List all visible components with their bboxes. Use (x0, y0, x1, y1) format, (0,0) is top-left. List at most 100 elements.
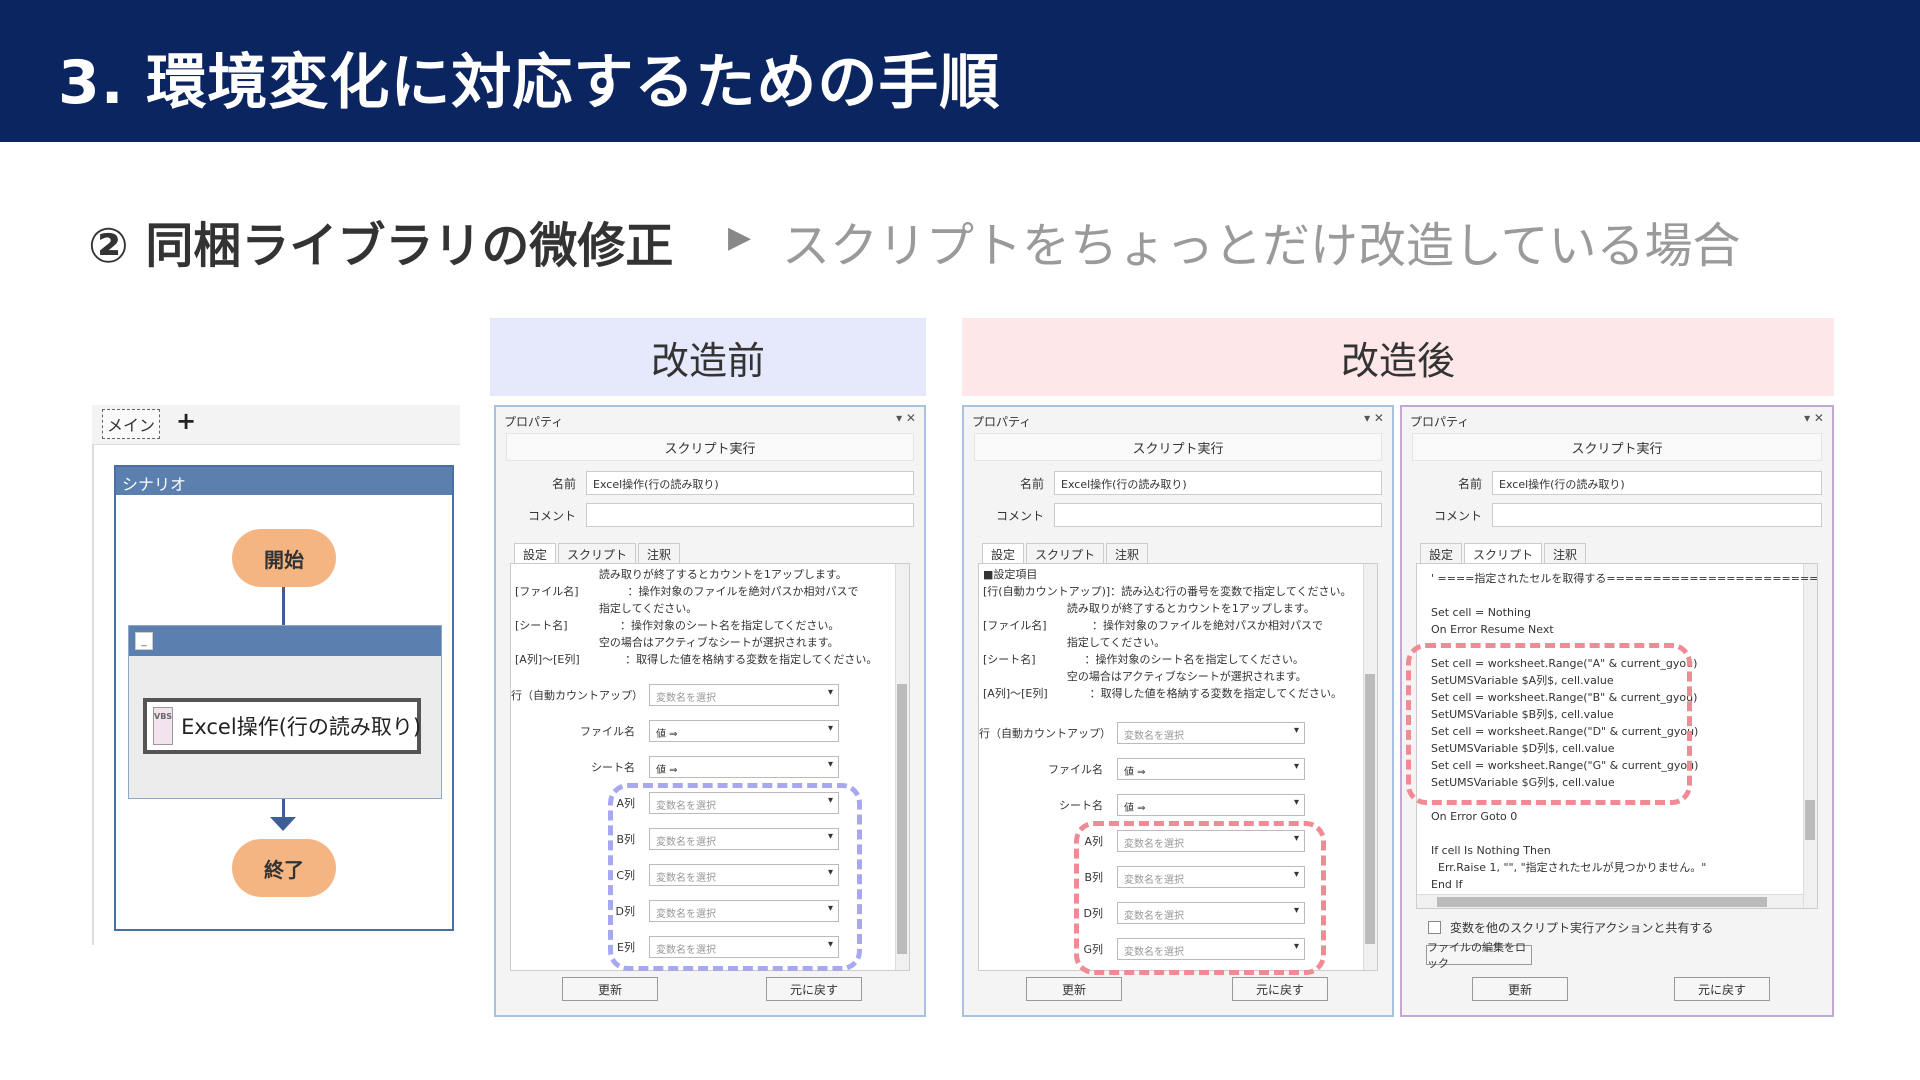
property-window-after-script: プロパティ ▾ ✕ スクリプト実行 名前 Excel操作(行の読み取り) コメン… (1400, 405, 1834, 1017)
window-controls-icon[interactable]: ▾ ✕ (1804, 411, 1824, 425)
code-line: If cell Is Nothing Then (1431, 844, 1551, 857)
section-title: ② 同梱ライブラリの微修正 (88, 218, 674, 274)
comment-label: コメント (1433, 509, 1482, 523)
update-button[interactable]: 更新 (562, 977, 658, 1001)
highlight-modified-code (1406, 643, 1692, 805)
vbs-script-icon: VBS (153, 707, 174, 745)
name-label: 名前 (1457, 477, 1482, 491)
after-label: 改造後 (962, 318, 1834, 396)
revert-button[interactable]: 元に戻す (1232, 977, 1328, 1001)
window-controls-icon[interactable]: ▾ ✕ (896, 411, 916, 425)
file-select[interactable]: 値 ⇒ ▾ (1117, 758, 1305, 780)
row-select[interactable]: 変数名を選択 ▾ (649, 684, 839, 706)
name-label: 名前 (1019, 477, 1044, 491)
action-group[interactable]: _ VBS Excel操作(行の読み取り) (128, 625, 442, 799)
revert-button[interactable]: 元に戻す (1674, 977, 1770, 1001)
update-button[interactable]: 更新 (1026, 977, 1122, 1001)
flow-tab-bar: メイン + (92, 405, 460, 445)
comment-row: コメント (974, 503, 1382, 527)
group-header: _ (129, 626, 441, 656)
sheet-field: シート名 値 ⇒ ▾ (979, 794, 1369, 816)
excel-read-row-action[interactable]: VBS Excel操作(行の読み取り) (143, 698, 421, 754)
name-input[interactable]: Excel操作(行の読み取り) (1054, 471, 1382, 495)
tab-script[interactable]: スクリプト (558, 543, 637, 563)
add-tab-icon[interactable]: + (176, 407, 196, 435)
revert-button[interactable]: 元に戻す (766, 977, 862, 1001)
property-heading: スクリプト実行 (506, 433, 914, 461)
scroll-thumb[interactable] (1437, 897, 1767, 907)
row-field: 行（自動カウントアップ） 変数名を選択 ▾ (511, 684, 901, 706)
section-description: スクリプトをちょっとだけ改造している場合 (782, 218, 1741, 274)
property-window-before: プロパティ ▾ ✕ スクリプト実行 名前 Excel操作(行の読み取り) コメン… (494, 405, 926, 1017)
action-label: Excel操作(行の読み取り) (181, 715, 422, 739)
arrow-down-icon (270, 817, 296, 831)
scenario-header: シナリオ (116, 467, 452, 495)
comment-input[interactable] (1054, 503, 1382, 527)
tab-settings[interactable]: 設定 (982, 543, 1025, 563)
end-node[interactable]: 終了 (232, 839, 336, 897)
tab-notes[interactable]: 注釈 (638, 543, 681, 563)
tab-notes[interactable]: 注釈 (1544, 543, 1587, 563)
notes-line: [A列]〜[E列] ：取得した値を格納する変数を指定してください。 (983, 687, 1342, 700)
start-node[interactable]: 開始 (232, 529, 336, 587)
share-variables-checkbox[interactable] (1428, 921, 1441, 934)
connector-line (282, 799, 285, 819)
chevron-down-icon: ▾ (827, 759, 833, 770)
notes-line: 空の場合はアクティブなシートが選択されます。 (983, 670, 1307, 683)
comment-input[interactable] (586, 503, 914, 527)
code-line: ' ====指定されたセルを取得する======================… (1431, 572, 1818, 585)
code-line: Set cell = Nothing (1431, 606, 1531, 619)
collapse-icon[interactable]: _ (135, 632, 153, 650)
notes-line: 空の場合はアクティブなシートが選択されます。 (515, 636, 839, 649)
name-label: 名前 (551, 477, 576, 491)
scroll-thumb[interactable] (1805, 800, 1815, 840)
file-select[interactable]: 値 ⇒ ▾ (649, 720, 839, 742)
name-row: 名前 Excel操作(行の読み取り) (1412, 471, 1822, 495)
select-placeholder: 値 ⇒ (656, 729, 678, 740)
sheet-select[interactable]: 値 ⇒ ▾ (1117, 794, 1305, 816)
property-heading: スクリプト実行 (974, 433, 1382, 461)
comment-row: コメント (1412, 503, 1822, 527)
notes-line: 読み取りが終了するとカウントを1アップします。 (515, 568, 847, 581)
code-line: On Error Goto 0 (1431, 810, 1518, 823)
notes-line: [シート名] ：操作対象のシート名を指定してください。 (515, 619, 840, 632)
lock-file-button[interactable]: ファイルの編集をロック (1426, 941, 1532, 970)
notes-line: [シート名] ：操作対象のシート名を指定してください。 (983, 653, 1304, 666)
panel-edge (92, 445, 94, 945)
vertical-scrollbar[interactable] (1803, 564, 1817, 908)
code-line: On Error Resume Next (1431, 623, 1554, 636)
row-select[interactable]: 変数名を選択 ▾ (1117, 722, 1305, 744)
name-input[interactable]: Excel操作(行の読み取り) (1492, 471, 1822, 495)
select-placeholder: 値 ⇒ (1124, 767, 1146, 778)
scenario-flow-panel: メイン + シナリオ 開始 _ VBS Excel操作(行の読み取り) 終了 (92, 405, 460, 945)
horizontal-scrollbar[interactable] (1417, 894, 1803, 908)
notes-line: 指定してください。 (983, 636, 1166, 649)
sheet-select[interactable]: 値 ⇒ ▾ (649, 756, 839, 778)
name-row: 名前 Excel操作(行の読み取り) (974, 471, 1382, 495)
tab-notes[interactable]: 注釈 (1106, 543, 1149, 563)
notes-line: [ファイル名] ：操作対象のファイルを絶対パスか相対パスで (983, 619, 1324, 632)
select-placeholder: 変数名を選択 (1124, 731, 1184, 742)
update-button[interactable]: 更新 (1472, 977, 1568, 1001)
row-label: 行（自動カウントアップ） (511, 689, 643, 702)
code-line: End If (1431, 878, 1463, 891)
tab-script[interactable]: スクリプト (1026, 543, 1105, 563)
window-controls-icon[interactable]: ▾ ✕ (1364, 411, 1384, 425)
file-label: ファイル名 (580, 725, 635, 738)
property-tabs: 設定 スクリプト 注釈 (1420, 543, 1588, 563)
row-field: 行（自動カウントアップ） 変数名を選択 ▾ (979, 722, 1369, 744)
tab-settings[interactable]: 設定 (514, 543, 557, 563)
comment-input[interactable] (1492, 503, 1822, 527)
tab-main[interactable]: メイン (102, 409, 160, 439)
chevron-down-icon: ▾ (1293, 761, 1299, 772)
property-heading: スクリプト実行 (1412, 433, 1822, 461)
comment-label: コメント (527, 509, 576, 523)
window-title: プロパティ (504, 415, 564, 429)
window-title: プロパティ (972, 415, 1032, 429)
triangle-right-icon: ▶ (728, 220, 752, 255)
tab-settings[interactable]: 設定 (1420, 543, 1463, 563)
chevron-down-icon: ▾ (827, 687, 833, 698)
notes-line: 指定してください。 (515, 602, 698, 615)
name-input[interactable]: Excel操作(行の読み取り) (586, 471, 914, 495)
tab-script[interactable]: スクリプト (1464, 543, 1543, 563)
